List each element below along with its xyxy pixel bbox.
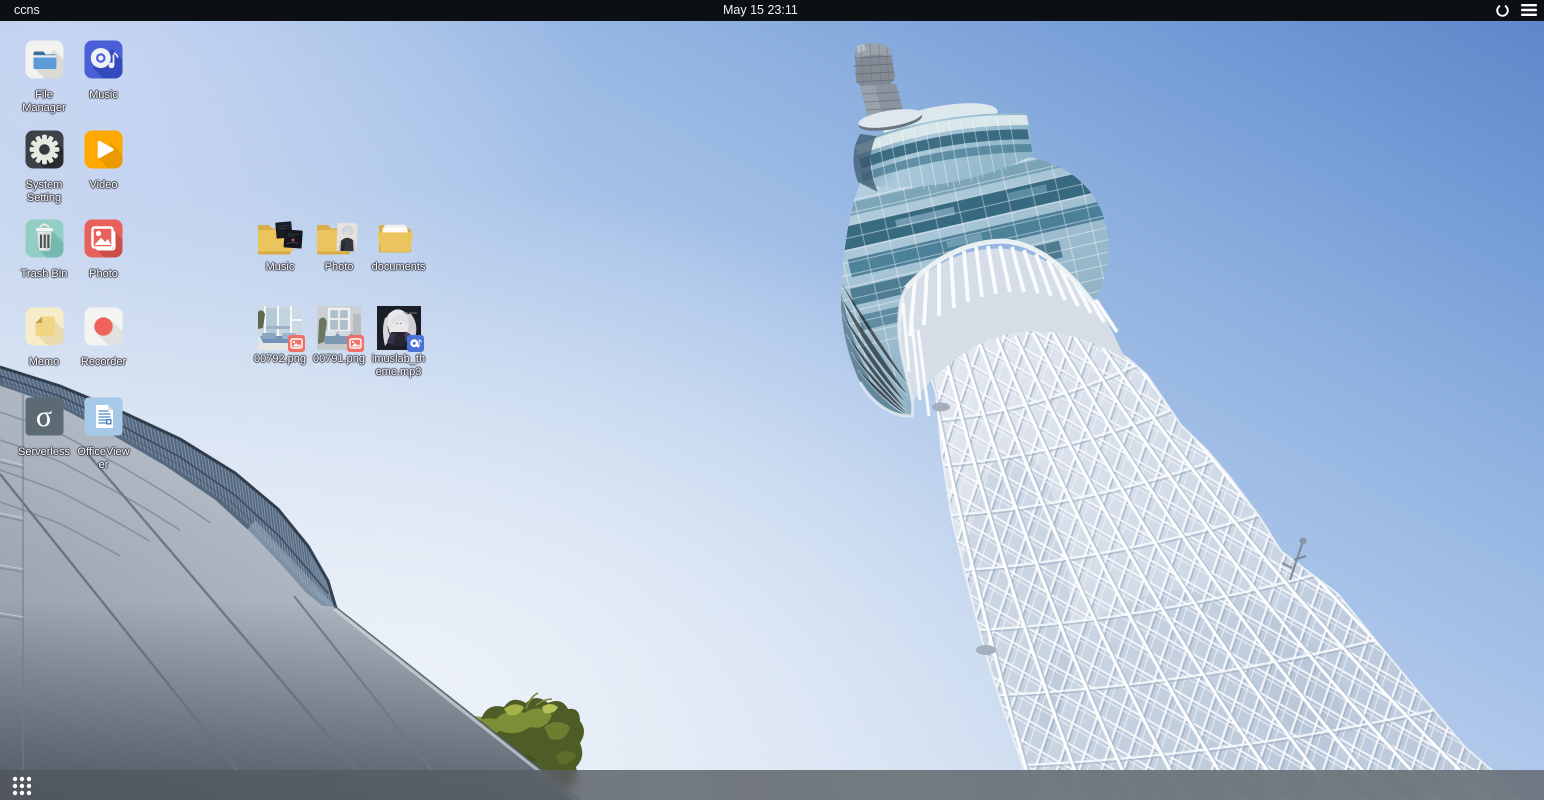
svg-text:σ: σ	[35, 400, 51, 433]
svg-text:imuslab: imuslab	[403, 310, 418, 315]
